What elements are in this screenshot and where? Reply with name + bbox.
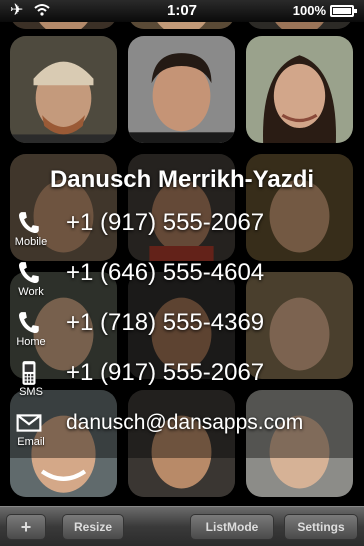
phone-icon bbox=[18, 262, 39, 284]
contact-photo-tile[interactable] bbox=[10, 36, 117, 143]
contact-entry-email[interactable]: Email danusch@dansapps.com bbox=[0, 408, 364, 456]
entry-label: Home bbox=[16, 336, 46, 348]
sms-phone-icon bbox=[22, 361, 36, 385]
contact-entry-work[interactable]: Work +1 (646) 555-4604 bbox=[0, 258, 364, 306]
status-bar: ✈ 1:07 100% bbox=[0, 0, 364, 22]
contact-entry-sms[interactable]: SMS +1 (917) 555-2067 bbox=[0, 358, 364, 406]
entry-label: Work bbox=[18, 286, 44, 298]
contact-photo-tile[interactable] bbox=[128, 36, 235, 143]
entry-label: SMS bbox=[19, 386, 43, 398]
entry-label: Mobile bbox=[14, 236, 48, 248]
settings-button[interactable]: Settings bbox=[284, 514, 358, 540]
resize-button[interactable]: Resize bbox=[62, 514, 124, 540]
entry-label: Email bbox=[17, 436, 45, 448]
phone-icon bbox=[18, 312, 39, 334]
add-button[interactable]: + bbox=[6, 514, 46, 540]
contact-name: Danusch Merrikh-Yazdi bbox=[49, 166, 315, 193]
contact-entry-mobile[interactable]: Mobile +1 (917) 555-2067 bbox=[0, 208, 364, 256]
contact-photo-tile[interactable] bbox=[246, 36, 353, 143]
phone-number[interactable]: +1 (917) 555-2067 bbox=[66, 358, 264, 388]
listmode-button[interactable]: ListMode bbox=[190, 514, 274, 540]
phone-icon bbox=[18, 212, 39, 234]
bottom-toolbar: + Resize ListMode Settings bbox=[0, 506, 364, 546]
phone-number[interactable]: +1 (646) 555-4604 bbox=[66, 258, 264, 288]
battery-percentage: 100% bbox=[292, 3, 326, 18]
phone-number[interactable]: +1 (718) 555-4369 bbox=[66, 308, 264, 338]
contact-entry-home[interactable]: Home +1 (718) 555-4369 bbox=[0, 308, 364, 356]
phone-number[interactable]: +1 (917) 555-2067 bbox=[66, 208, 264, 238]
battery-icon bbox=[330, 5, 357, 17]
email-address[interactable]: danusch@dansapps.com bbox=[66, 408, 303, 438]
envelope-icon bbox=[16, 414, 42, 432]
